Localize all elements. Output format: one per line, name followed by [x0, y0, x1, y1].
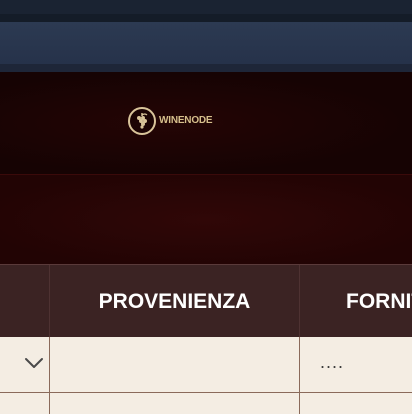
table-row[interactable] [0, 393, 412, 414]
table-header: PROVENIENZA FORNITORE [0, 264, 412, 338]
column-header-select [0, 265, 49, 338]
cell-divider [299, 337, 300, 414]
column-header-provenienza[interactable]: PROVENIENZA [50, 265, 299, 338]
app-logo[interactable]: WINENODE [128, 107, 213, 135]
hero-banner [0, 174, 412, 264]
browser-toolbar[interactable] [0, 22, 412, 64]
column-header-fornitore[interactable]: FORNITORE [346, 265, 412, 338]
cell-fornitore[interactable]: .... [320, 352, 344, 373]
chevron-down-icon[interactable] [24, 355, 44, 371]
brand-name: WINENODE [159, 115, 213, 126]
cell-provenienza[interactable] [50, 337, 299, 393]
browser-toolbar-divider [0, 64, 412, 72]
status-bar-divider [0, 14, 412, 22]
grape-icon [128, 107, 156, 135]
column-divider [299, 265, 300, 338]
status-bar [0, 0, 412, 14]
